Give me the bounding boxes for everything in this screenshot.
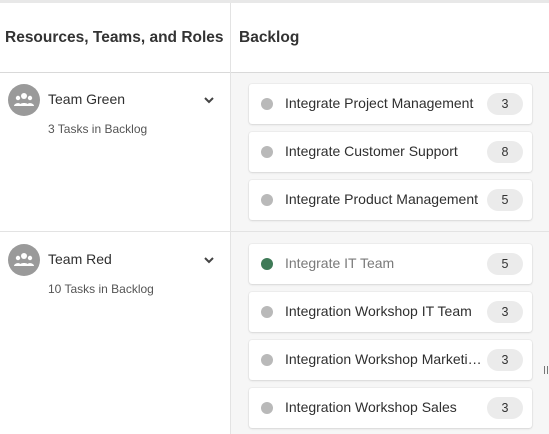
task-count-badge: 3 (487, 93, 523, 115)
task-title: Integrate Product Management (285, 191, 479, 207)
team-task-count: 10 Tasks in Backlog (48, 282, 154, 296)
task-count-badge: 5 (487, 189, 523, 211)
task-title: Integrate Customer Support (285, 143, 458, 159)
resources-column-header: Resources, Teams, and Roles (5, 29, 224, 46)
status-dot-icon (261, 194, 273, 206)
task-title: Integrate Project Management (285, 95, 474, 111)
status-dot-icon (261, 402, 273, 414)
task-title: Integration Workshop IT Team (285, 303, 472, 319)
chevron-down-icon[interactable] (202, 253, 216, 267)
status-dot-icon (261, 354, 273, 366)
team-row-green: Team Green 3 Tasks in Backlog (0, 73, 230, 231)
task-count-badge: 3 (487, 301, 523, 323)
task-title: Integration Workshop Marketing (285, 351, 483, 367)
status-dot-icon (261, 306, 273, 318)
column-divider (230, 3, 231, 434)
team-task-count: 3 Tasks in Backlog (48, 122, 148, 136)
team-name: Team Green (48, 91, 126, 107)
backlog-task-card[interactable]: Integrate Project Management 3 (249, 84, 532, 124)
backlog-task-card[interactable]: Integrate Customer Support 8 (249, 132, 532, 172)
task-count-badge: 5 (487, 253, 523, 275)
backlog-task-card[interactable]: Integration Workshop Marketing 3 (249, 340, 532, 380)
task-count-badge: 3 (487, 397, 523, 419)
status-dot-icon (261, 258, 273, 270)
team-row-red: Team Red 10 Tasks in Backlog (0, 232, 230, 434)
task-title: Integrate IT Team (285, 255, 395, 271)
board-header: Resources, Teams, and Roles Backlog (0, 3, 549, 73)
backlog-task-card[interactable]: Integrate IT Team 5 (249, 244, 532, 284)
team-icon (8, 244, 40, 276)
task-count-badge: 3 (487, 349, 523, 371)
backlog-task-card[interactable]: Integrate Product Management 5 (249, 180, 532, 220)
resize-handle-icon[interactable] (544, 366, 548, 374)
task-count-badge: 8 (487, 141, 523, 163)
team-name: Team Red (48, 251, 112, 267)
backlog-column-header: Backlog (239, 29, 300, 46)
team-icon (8, 84, 40, 116)
backlog-task-card[interactable]: Integration Workshop IT Team 3 (249, 292, 532, 332)
status-dot-icon (261, 146, 273, 158)
status-dot-icon (261, 98, 273, 110)
backlog-task-card[interactable]: Integration Workshop Sales 3 (249, 388, 532, 428)
task-title: Integration Workshop Sales (285, 399, 457, 415)
chevron-down-icon[interactable] (202, 93, 216, 107)
